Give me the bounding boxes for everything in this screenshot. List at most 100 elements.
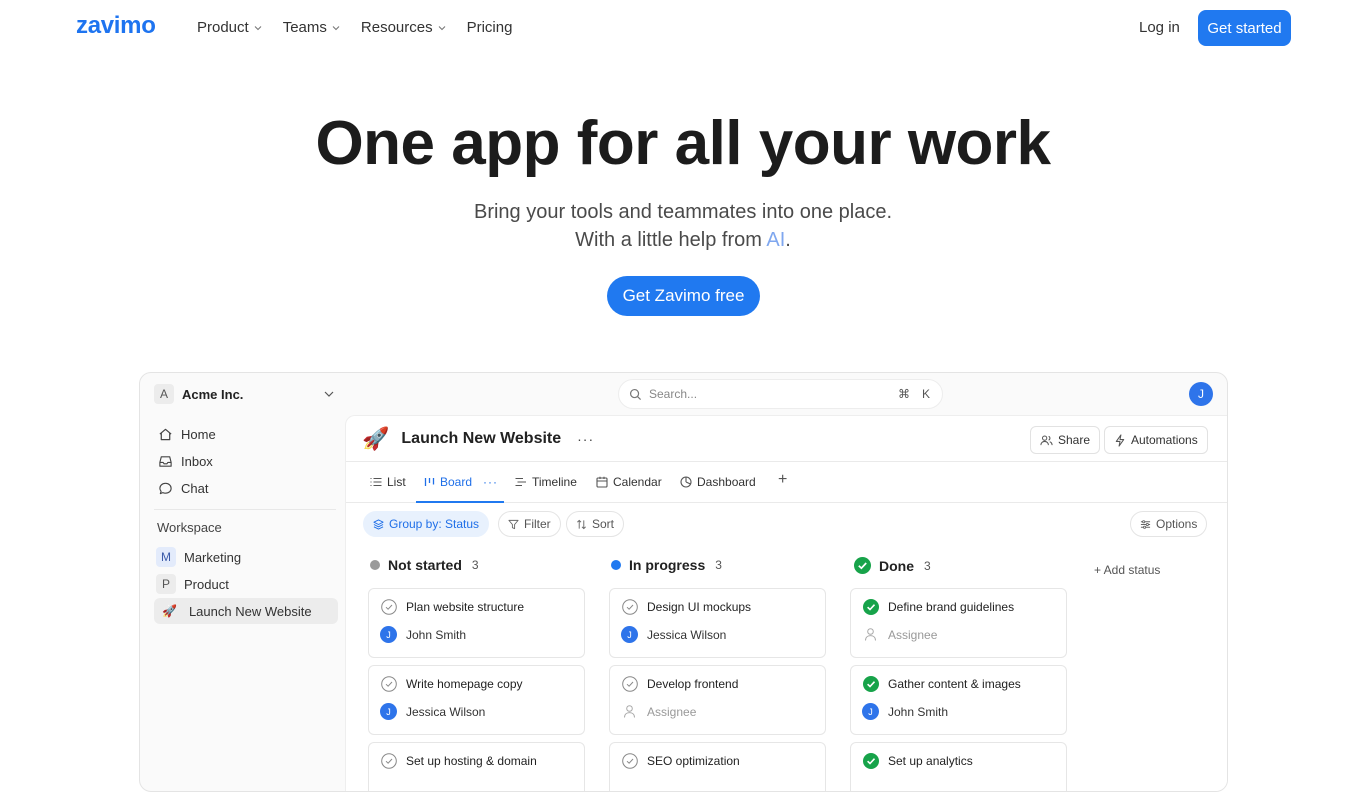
tab-list[interactable]: List: [370, 475, 406, 489]
hero-subtitle: Bring your tools and teammates into one …: [0, 198, 1366, 254]
options-button[interactable]: Options: [1130, 511, 1208, 537]
task-assignee[interactable]: Assignee: [862, 626, 937, 643]
sidebar-item-label: Home: [181, 427, 216, 442]
check-circle-icon[interactable]: [863, 753, 879, 769]
task-title: Develop frontend: [647, 677, 739, 691]
task-card[interactable]: Write homepage copy J Jessica Wilson: [368, 665, 585, 735]
column-title: Not started: [388, 557, 462, 573]
get-started-button[interactable]: Get started: [1198, 10, 1291, 46]
task-card[interactable]: Develop frontend Assignee: [609, 665, 826, 735]
check-circle-icon[interactable]: [863, 599, 879, 615]
tab-label: List: [387, 475, 406, 489]
brand-logo[interactable]: zavimo: [76, 12, 156, 40]
tab-timeline[interactable]: Timeline: [515, 475, 577, 489]
assignee-name: John Smith: [888, 704, 949, 719]
users-icon: [1040, 435, 1053, 445]
timeline-icon: [515, 477, 526, 487]
task-card[interactable]: Design UI mockups J Jessica Wilson: [609, 588, 826, 658]
automations-button[interactable]: Automations: [1104, 426, 1208, 454]
task-assignee[interactable]: J John Smith: [862, 703, 948, 720]
sidebar-item-chat[interactable]: Chat: [158, 481, 208, 496]
check-circle-icon[interactable]: [863, 676, 879, 692]
add-view-button[interactable]: +: [778, 471, 787, 489]
board-icon: [424, 478, 435, 486]
ai-highlight: AI: [766, 229, 786, 251]
avatar: J: [380, 703, 397, 720]
menu-resources[interactable]: Resources: [361, 19, 446, 36]
check-circle-outline-icon[interactable]: [381, 676, 397, 692]
sidebar-item-home[interactable]: Home: [158, 427, 216, 442]
main-menu: Product Teams Resources Pricing: [197, 19, 512, 36]
lightning-icon: [1115, 433, 1125, 447]
chevron-down-icon: [332, 25, 340, 30]
automations-label: Automations: [1131, 433, 1198, 447]
assignee-name: John Smith: [406, 627, 467, 642]
options-label: Options: [1156, 517, 1198, 531]
menu-product[interactable]: Product: [197, 19, 262, 36]
task-assignee[interactable]: J Jessica Wilson: [380, 703, 485, 720]
sidebar-item-label: Product: [184, 576, 229, 592]
column-header-in-progress: In progress 3: [611, 557, 722, 573]
task-card[interactable]: Set up hosting & domain: [368, 742, 585, 791]
tab-calendar[interactable]: Calendar: [596, 475, 662, 489]
group-by-button[interactable]: Group by: Status: [363, 511, 490, 537]
chat-icon: [159, 482, 172, 495]
task-assignee[interactable]: J Jessica Wilson: [621, 626, 726, 643]
project-more-button[interactable]: ···: [577, 431, 594, 447]
check-circle-icon: [854, 557, 871, 574]
search-bar[interactable]: Search... ⌘ K: [618, 379, 943, 409]
tab-more-button[interactable]: ···: [483, 475, 498, 489]
status-dot: [370, 560, 380, 570]
column-count: 3: [471, 558, 479, 572]
user-placeholder-icon: [865, 628, 876, 641]
chevron-down-icon: [438, 25, 445, 30]
workspace-switcher[interactable]: A Acme Inc.: [154, 383, 334, 405]
top-nav: zavimo Product Teams Resources Pricing L…: [0, 0, 1366, 56]
login-link[interactable]: Log in: [1139, 19, 1180, 36]
check-circle-outline-icon[interactable]: [381, 599, 397, 615]
check-circle-outline-icon[interactable]: [381, 753, 397, 769]
sidebar-project-launch-new-website[interactable]: 🚀 Launch New Website: [154, 598, 338, 624]
view-tabs: List Board ··· Timeline Calendar Dashboa…: [346, 461, 1227, 503]
check-circle-outline-icon[interactable]: [622, 599, 638, 615]
chevron-down-icon: [254, 25, 262, 30]
filter-button[interactable]: Filter: [498, 511, 561, 537]
sidebar-item-inbox[interactable]: Inbox: [158, 454, 213, 469]
task-card[interactable]: SEO optimization: [609, 742, 826, 791]
check-circle-outline-icon[interactable]: [622, 753, 638, 769]
sidebar-project-marketing[interactable]: M Marketing: [154, 544, 338, 570]
check-circle-outline-icon[interactable]: [622, 676, 638, 692]
app-preview: A Acme Inc. Home Inbox Chat Workspace M …: [139, 372, 1228, 792]
sidebar-project-product[interactable]: P Product: [154, 571, 338, 597]
project-header: 🚀 Launch New Website ···: [362, 426, 594, 452]
avatar: J: [862, 703, 879, 720]
task-title: Gather content & images: [888, 677, 1021, 691]
task-assignee[interactable]: Assignee: [621, 703, 696, 720]
task-card[interactable]: Gather content & images J John Smith: [850, 665, 1067, 735]
add-status-button[interactable]: + Add status: [1094, 563, 1160, 577]
tab-board[interactable]: Board ···: [424, 475, 498, 489]
task-card[interactable]: Set up analytics: [850, 742, 1067, 791]
menu-teams[interactable]: Teams: [283, 19, 340, 36]
share-button[interactable]: Share: [1030, 426, 1101, 454]
sidebar-divider: [154, 509, 336, 510]
task-title: Set up hosting & domain: [406, 754, 537, 768]
project-letter: P: [156, 574, 176, 594]
task-assignee[interactable]: J John Smith: [380, 626, 466, 643]
avatar: J: [621, 626, 638, 643]
menu-pricing[interactable]: Pricing: [467, 19, 513, 36]
get-zavimo-free-button[interactable]: Get Zavimo free: [607, 276, 760, 316]
task-card[interactable]: Plan website structure J John Smith: [368, 588, 585, 658]
filter-label: Filter: [524, 517, 551, 531]
layers-icon: [373, 518, 384, 530]
active-tab-indicator: [416, 501, 504, 503]
tab-dashboard[interactable]: Dashboard: [680, 475, 756, 489]
task-card[interactable]: Define brand guidelines Assignee: [850, 588, 1067, 658]
task-title: Define brand guidelines: [888, 600, 1015, 614]
sort-button[interactable]: Sort: [566, 511, 625, 537]
chevron-down-icon: [324, 391, 334, 397]
list-icon: [370, 477, 382, 487]
menu-resources-label: Resources: [360, 19, 433, 36]
user-avatar[interactable]: J: [1189, 382, 1213, 406]
tab-label: Timeline: [532, 475, 577, 489]
